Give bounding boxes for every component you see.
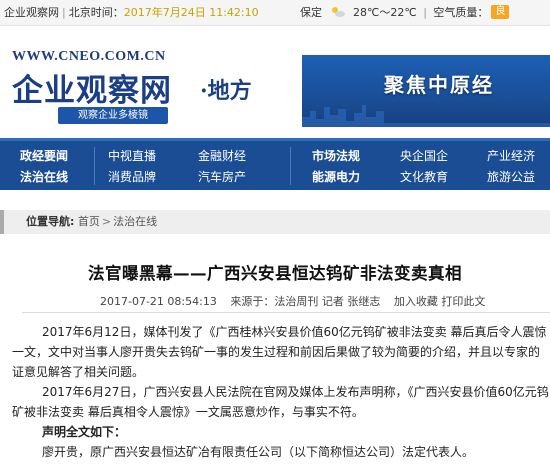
nav-divider [94, 147, 95, 185]
nav-item-finance[interactable]: 金融财经 [198, 147, 246, 164]
article-paragraph: 廖开贵，原广西兴安县恒达矿冶有限责任公司（以下简称恒达公司）法定代表人。 [42, 445, 475, 459]
top-bar-left: 企业观察网 | 北京时间：2017年7月24日 11:42:10 [4, 0, 259, 26]
nav-item-travel[interactable]: 旅游公益 [487, 168, 535, 185]
main-nav: 政经要闻 法治在线 中视直播 消费品牌 金融财经 汽车房产 市场法规 能源电力 … [0, 138, 550, 190]
current-datetime: 2017年7月24日 11:42:10 [123, 6, 259, 19]
nav-item-auto-realty[interactable]: 汽车房产 [198, 168, 246, 185]
nav-item-law[interactable]: 法治在线 [20, 168, 68, 185]
site-logo[interactable]: 企业观察网 [12, 65, 172, 110]
article-paragraph: 2017年6月27日，广西兴安县人民法院在官网及媒体上发布声明称，《广西兴安县价… [42, 385, 549, 399]
weather-widget: 保定 28℃～22℃ | 空气质量：良 [300, 0, 510, 26]
article-paragraph: 一文，文中对当事人廖开贵失去钨矿一事的发生过程和前因后果做了较为简要的介绍，并且… [12, 345, 541, 359]
logo-url: WWW.CNEO.COM.CN [12, 49, 166, 64]
breadcrumb-home[interactable]: 首页 [78, 215, 100, 228]
nav-item-market[interactable]: 市场法规 [312, 147, 360, 164]
banner-title: 聚焦中原经 [384, 73, 494, 97]
breadcrumb-current[interactable]: 法治在线 [113, 215, 157, 228]
article-paragraph: 矿被非法变卖 幕后真相令人震惊》一文属恶意炒作，与事实不符。 [12, 405, 364, 419]
logo-region: ·地方 [200, 78, 252, 104]
article-source: 来源于：法治周刊 记者 张继志 [230, 295, 381, 308]
nav-item-energy[interactable]: 能源电力 [312, 168, 360, 185]
article-date: 2017-07-21 08:54:13 [100, 295, 217, 308]
article-meta: 2017-07-21 08:54:13 来源于：法治周刊 记者 张继志 加入收藏… [100, 293, 485, 309]
article-paragraph: 证意见解答了相关问题。 [12, 365, 145, 379]
breadcrumb-separator: > [101, 215, 112, 228]
temperature: 28℃～22℃ [353, 6, 417, 19]
add-favorite-link[interactable]: 加入收藏 [394, 295, 438, 308]
city-skyline-image [302, 105, 550, 127]
city-name: 保定 [300, 6, 322, 19]
nav-item-industry[interactable]: 产业经济 [487, 147, 535, 164]
sun-cloud-icon [331, 7, 345, 17]
logo-slogan: 观察企业多棱镜 [58, 107, 168, 124]
divider: | [62, 6, 66, 19]
aqi-label: 空气质量： [433, 6, 489, 19]
nav-item-culture[interactable]: 文化教育 [400, 168, 448, 185]
site-name-link[interactable]: 企业观察网 [4, 6, 59, 19]
article-paragraph: 2017年6月12日，媒体刊发了《广西桂林兴安县价值60亿元钨矿被非法变卖 幕后… [42, 325, 547, 339]
beijing-time-label: 北京时间： [68, 6, 124, 19]
article-subheading: 声明全文如下： [42, 425, 127, 439]
article-body: 2017年6月12日，媒体刊发了《广西桂林兴安县价值60亿元钨矿被非法变卖 幕后… [12, 322, 550, 462]
aqi-badge: 良 [491, 5, 510, 19]
nav-item-live[interactable]: 中视直播 [108, 147, 156, 164]
print-link[interactable]: 打印此文 [441, 295, 485, 308]
header-banner[interactable]: 聚焦中原经 [302, 55, 550, 127]
top-bar: 企业观察网 | 北京时间：2017年7月24日 11:42:10 保定 28℃～22… [0, 0, 550, 26]
site-header: WWW.CNEO.COM.CN 企业观察网 ·地方 观察企业多棱镜 聚焦中原经 [0, 27, 550, 137]
nav-item-soe[interactable]: 央企国企 [400, 147, 448, 164]
breadcrumb: 位置导航: 首页 > 法治在线 [0, 210, 550, 234]
nav-item-consumer[interactable]: 消费品牌 [108, 168, 156, 185]
divider [22, 312, 550, 313]
nav-divider [290, 147, 291, 185]
breadcrumb-label: 位置导航: [26, 215, 75, 228]
nav-item-politics[interactable]: 政经要闻 [20, 147, 68, 164]
article-title: 法官曝黑幕——广西兴安县恒达钨矿非法变卖真相 [88, 264, 462, 283]
divider: | [423, 6, 427, 19]
